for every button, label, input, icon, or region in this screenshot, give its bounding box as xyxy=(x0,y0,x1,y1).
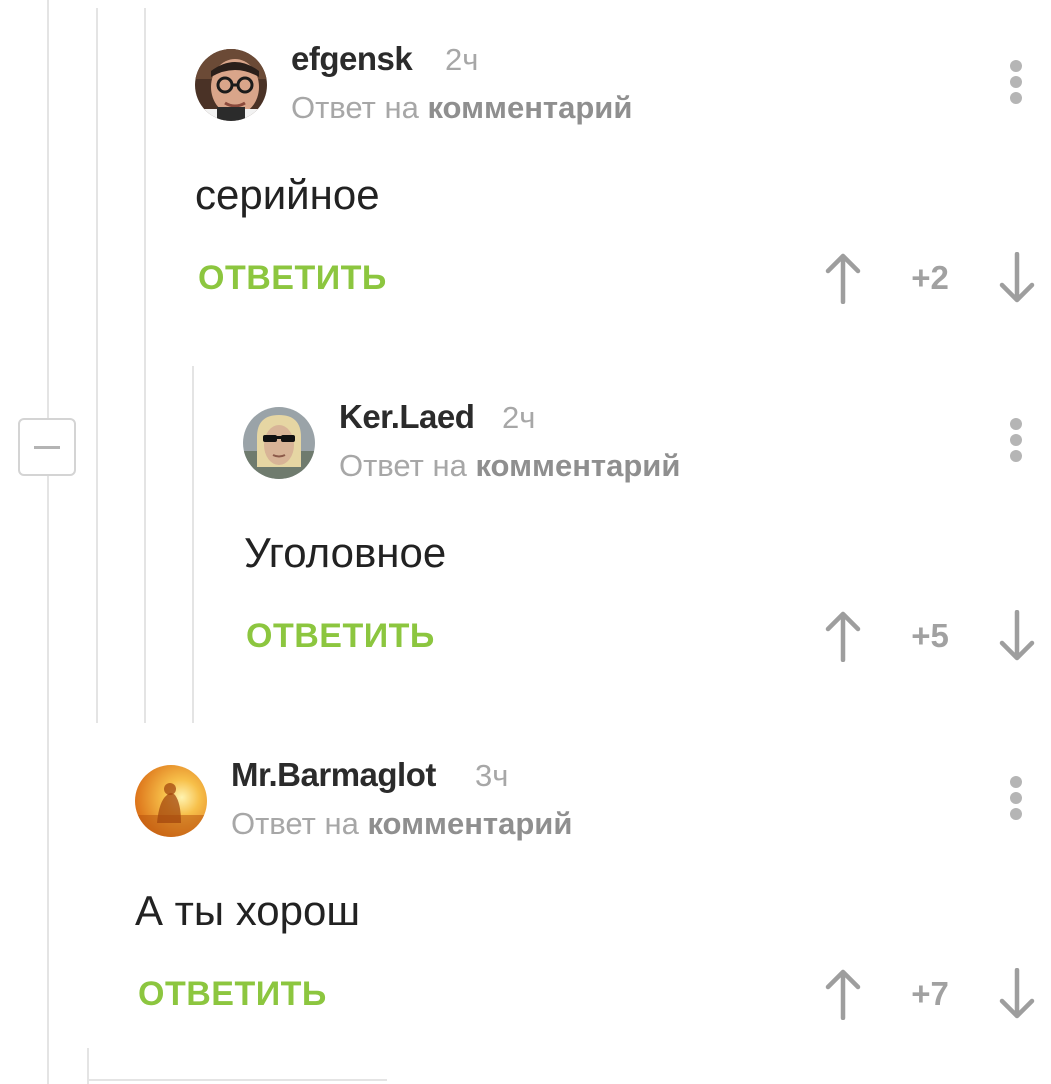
downvote-button[interactable] xyxy=(997,252,1037,304)
arrow-down-icon xyxy=(999,968,1035,1019)
reply-button[interactable]: ОТВЕТИТЬ xyxy=(198,259,387,298)
reply-prefix: Ответ на xyxy=(231,806,359,841)
thread-line-outer xyxy=(47,0,49,1084)
username[interactable]: Mr.Barmaglot xyxy=(231,756,436,794)
downvote-button[interactable] xyxy=(997,610,1037,662)
kebab-menu-icon[interactable] xyxy=(1004,414,1028,466)
thread-line-level-3 xyxy=(192,366,194,723)
username[interactable]: efgensk xyxy=(291,40,413,78)
comment-time: 3ч xyxy=(475,758,509,793)
upvote-button[interactable] xyxy=(823,252,863,304)
thread-bottom-divider xyxy=(87,1079,387,1081)
arrow-up-icon xyxy=(825,969,861,1020)
reply-prefix: Ответ на xyxy=(339,448,467,483)
kebab-menu-icon[interactable] xyxy=(1004,56,1028,108)
user-avatar[interactable] xyxy=(195,49,267,121)
reply-to-line: Ответ на комментарий xyxy=(339,448,680,484)
arrow-down-icon xyxy=(999,610,1035,661)
thread-line-level-1 xyxy=(96,8,98,723)
arrow-up-icon xyxy=(825,253,861,304)
reply-to-line: Ответ на комментарий xyxy=(231,806,572,842)
user-avatar[interactable] xyxy=(243,407,315,479)
reply-prefix: Ответ на xyxy=(291,90,419,125)
comment-time: 2ч xyxy=(502,400,536,435)
arrow-down-icon xyxy=(999,252,1035,303)
reply-target-link[interactable]: комментарий xyxy=(427,90,632,125)
comment-mr-barmaglot: Mr.Barmaglot 3ч Ответ на комментарий А т… xyxy=(0,0,1051,1020)
reply-target-link[interactable]: комментарий xyxy=(475,448,680,483)
username[interactable]: Ker.Laed xyxy=(339,398,475,436)
arrow-up-icon xyxy=(825,611,861,662)
collapse-thread-button[interactable] xyxy=(18,418,76,476)
comment-rating: +2 xyxy=(911,259,949,296)
comment-rating: +7 xyxy=(911,975,949,1012)
reply-target-link[interactable]: комментарий xyxy=(367,806,572,841)
reply-to-line: Ответ на комментарий xyxy=(291,90,632,126)
reply-button[interactable]: ОТВЕТИТЬ xyxy=(246,617,435,656)
avatar-man-glasses-icon xyxy=(195,49,267,121)
comment-time: 2ч xyxy=(445,42,479,77)
avatar-man-sunglasses-icon xyxy=(243,407,315,479)
minus-icon xyxy=(34,446,60,449)
reply-button[interactable]: ОТВЕТИТЬ xyxy=(138,975,327,1014)
comment-text: серийное xyxy=(195,171,380,218)
comment-rating: +5 xyxy=(911,617,949,654)
comment-text: Уголовное xyxy=(244,529,447,576)
kebab-menu-icon[interactable] xyxy=(1004,772,1028,824)
thread-line-level-2 xyxy=(144,8,146,723)
user-avatar[interactable] xyxy=(135,765,207,837)
upvote-button[interactable] xyxy=(823,968,863,1020)
comment-text: А ты хорош xyxy=(135,887,361,934)
avatar-sunset-meditation-icon xyxy=(135,765,207,837)
upvote-button[interactable] xyxy=(823,610,863,662)
downvote-button[interactable] xyxy=(997,968,1037,1020)
